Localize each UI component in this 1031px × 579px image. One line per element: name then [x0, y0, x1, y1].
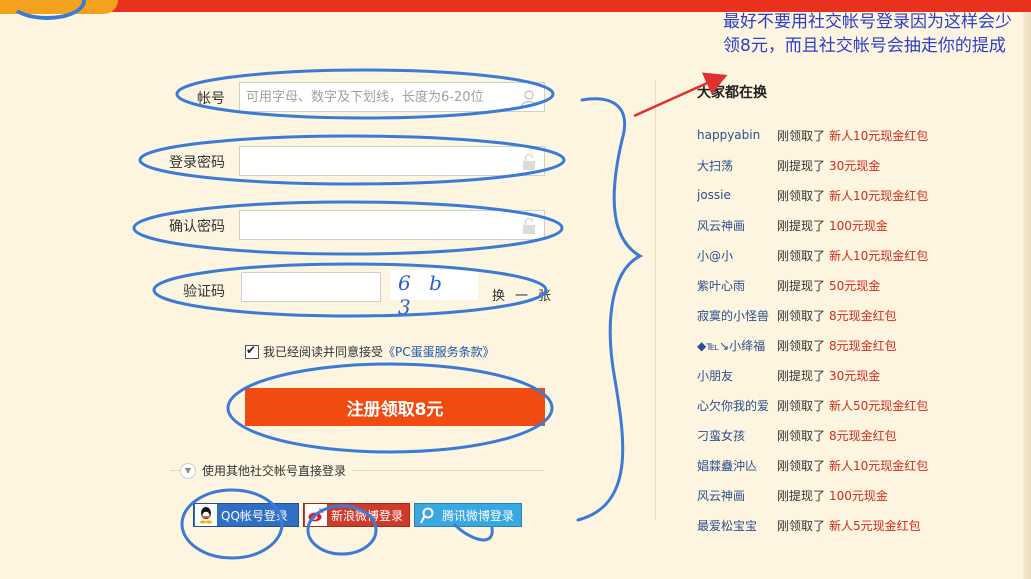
sina-weibo-login-label: 新浪微博登录 — [331, 508, 404, 523]
column-divider — [655, 80, 656, 520]
activity-user[interactable]: 最爱松宝宝 — [697, 517, 777, 534]
tencent-weibo-login-button[interactable]: 腾讯微博登录 — [414, 503, 522, 527]
captcha-image[interactable]: 6 b 3 — [390, 270, 478, 319]
account-input[interactable] — [240, 83, 544, 111]
user-icon — [521, 90, 537, 107]
activity-item: 心欠你我的爱 刚领取了 新人50元现金红包 — [697, 390, 1017, 420]
activity-prize: 新人5元现金红包 — [829, 518, 921, 533]
activity-item: 风云神画 刚提现了 100元现金 — [697, 480, 1017, 510]
qq-icon — [195, 504, 217, 526]
activity-prize: 100元现金 — [829, 218, 888, 233]
activity-user[interactable]: 心欠你我的爱 — [697, 397, 777, 414]
activity-action: 刚领取了 — [777, 428, 826, 443]
social-login-header: ▼ 使用其他社交帐号直接登录 — [180, 462, 353, 479]
confirm-password-label: 确认密码 — [169, 219, 225, 235]
lock-icon — [523, 217, 535, 234]
activity-item: 大扫荡 刚提现了 30元现金 — [697, 150, 1017, 180]
activity-feed: happyabin 刚领取了 新人10元现金红包 大扫荡 刚提现了 30元现金 jossie… — [697, 120, 1017, 540]
activity-item: 小朋友 刚提现了 30元现金 — [697, 360, 1017, 390]
activity-prize: 30元现金 — [829, 368, 881, 383]
annotation-note: 最好不要用社交帐号登录因为这样会少领8元，而且社交帐号会抽走你的提成 — [723, 12, 1012, 56]
password-input[interactable] — [240, 147, 544, 175]
activity-action: 刚领取了 — [777, 398, 826, 413]
account-field-wrap — [239, 82, 545, 112]
activity-prize: 100元现金 — [829, 488, 888, 503]
activity-item: 紫叶心雨 刚提现了 50元现金 — [697, 270, 1017, 300]
activity-action: 刚提现了 — [777, 488, 826, 503]
activity-user[interactable]: 风云神画 — [697, 217, 777, 234]
activity-user[interactable]: 大扫荡 — [697, 157, 777, 174]
activity-user[interactable]: jossie — [697, 188, 777, 202]
activity-action: 刚领取了 — [777, 248, 826, 263]
agree-text: 我已经阅读并同意接受 — [263, 345, 384, 359]
account-label: 帐号 — [197, 91, 225, 107]
terms-link[interactable]: 《PC蛋蛋服务条款》 — [383, 343, 495, 360]
activity-user[interactable]: 寂寞的小怪兽 — [697, 307, 777, 324]
activity-title: 大家都在换 — [697, 85, 767, 101]
sina-weibo-icon — [305, 504, 327, 526]
captcha-refresh-link[interactable]: 换一张 — [492, 285, 561, 304]
activity-action: 刚领取了 — [777, 458, 826, 473]
activity-action: 刚领取了 — [777, 338, 826, 353]
activity-action: 刚提现了 — [777, 368, 826, 383]
password-field-wrap — [239, 146, 545, 176]
activity-action: 刚提现了 — [777, 278, 826, 293]
activity-action: 刚领取了 — [777, 308, 826, 323]
activity-action: 刚提现了 — [777, 158, 826, 173]
activity-prize: 8元现金红包 — [829, 338, 897, 353]
activity-prize: 30元现金 — [829, 158, 881, 173]
tencent-weibo-icon — [416, 504, 438, 526]
activity-user[interactable]: 娼㵘蠱沖亾 — [697, 457, 777, 474]
lock-icon — [523, 153, 535, 170]
activity-item: ◆℡↘小绛福 刚领取了 8元现金红包 — [697, 330, 1017, 360]
activity-user[interactable]: 小@小 — [697, 247, 777, 264]
password-label: 登录密码 — [169, 155, 225, 171]
activity-user[interactable]: 小朋友 — [697, 367, 777, 384]
captcha-field-wrap — [241, 272, 381, 302]
qq-login-label: QQ帐号登录 — [221, 508, 288, 523]
activity-action: 刚领取了 — [777, 128, 826, 143]
activity-item: 最爱松宝宝 刚领取了 新人5元现金红包 — [697, 510, 1017, 540]
activity-prize: 8元现金红包 — [829, 308, 897, 323]
activity-user[interactable]: 风云神画 — [697, 487, 777, 504]
confirm-password-input[interactable] — [240, 211, 544, 239]
qq-login-button[interactable]: QQ帐号登录 — [193, 503, 299, 527]
captcha-label: 验证码 — [183, 284, 225, 300]
activity-action: 刚领取了 — [777, 518, 826, 533]
activity-item: 娼㵘蠱沖亾 刚领取了 新人10元现金红包 — [697, 450, 1017, 480]
sina-weibo-login-button[interactable]: 新浪微博登录 — [303, 503, 410, 527]
activity-prize: 新人10元现金红包 — [829, 128, 929, 143]
captcha-code: 6 b 3 — [398, 271, 448, 319]
activity-prize: 新人10元现金红包 — [829, 248, 929, 263]
activity-prize: 新人50元现金红包 — [829, 398, 929, 413]
activity-user[interactable]: 紫叶心雨 — [697, 277, 777, 294]
agree-row: 我已经阅读并同意接受 《PC蛋蛋服务条款》 — [245, 343, 495, 360]
captcha-input[interactable] — [242, 273, 380, 301]
activity-item: jossie 刚领取了 新人10元现金红包 — [697, 180, 1017, 210]
activity-item: happyabin 刚领取了 新人10元现金红包 — [697, 120, 1017, 150]
agree-checkbox[interactable] — [245, 343, 259, 359]
activity-item: 刁蛮女孩 刚领取了 8元现金红包 — [697, 420, 1017, 450]
activity-user[interactable]: ◆℡↘小绛福 — [697, 337, 777, 354]
activity-prize: 50元现金 — [829, 278, 881, 293]
activity-prize: 新人10元现金红包 — [829, 458, 929, 473]
activity-prize: 新人10元现金红包 — [829, 188, 929, 203]
confirm-field-wrap — [239, 210, 545, 240]
activity-user[interactable]: happyabin — [697, 128, 777, 142]
activity-user[interactable]: 刁蛮女孩 — [697, 427, 777, 444]
page-edge — [1023, 12, 1031, 579]
register-button[interactable]: 注册领取8元 — [245, 388, 545, 426]
tencent-weibo-login-label: 腾讯微博登录 — [442, 508, 515, 523]
activity-prize: 8元现金红包 — [829, 428, 897, 443]
activity-action: 刚领取了 — [777, 188, 826, 203]
activity-item: 风云神画 刚提现了 100元现金 — [697, 210, 1017, 240]
activity-item: 寂寞的小怪兽 刚领取了 8元现金红包 — [697, 300, 1017, 330]
social-login-title: 使用其他社交帐号直接登录 — [202, 464, 347, 478]
activity-item: 小@小 刚领取了 新人10元现金红包 — [697, 240, 1017, 270]
activity-action: 刚提现了 — [777, 218, 826, 233]
chevron-down-icon[interactable]: ▼ — [180, 462, 196, 479]
